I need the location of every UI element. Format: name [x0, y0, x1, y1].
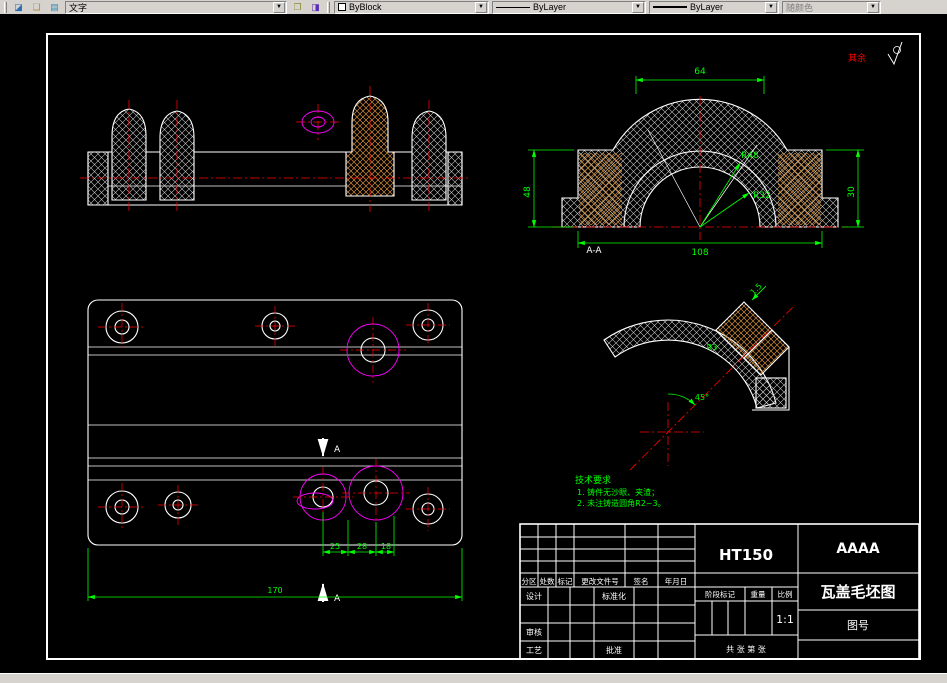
layer-previous-icon[interactable]: ◨: [308, 1, 323, 13]
company-name: AAAA: [836, 541, 880, 557]
lineweight-control-combo[interactable]: ByLayer ▼: [649, 0, 779, 14]
scale-value: 1:1: [776, 613, 794, 626]
plan-view-phantom-circles: [296, 323, 404, 521]
model-space-canvas[interactable]: 64 108 48 30 R32 R48 A-A A A 25 28 18 17…: [0, 14, 947, 673]
chevron-down-icon[interactable]: ▼: [632, 1, 644, 13]
standard-label: 标准化: [602, 591, 626, 601]
material-value: HT150: [719, 546, 773, 564]
plan-view: [87, 299, 463, 546]
section-cut-label-top: A: [334, 445, 341, 455]
tech-req-line-2: 2. 未注铸造圆角R2~3。: [577, 498, 666, 508]
drawing-number-label: 图号: [847, 619, 869, 632]
color-control-combo[interactable]: ByBlock ▼: [334, 0, 489, 14]
color-swatch-icon: [338, 3, 346, 11]
technical-notes: 技术要求 1. 铸件无沙眼、夹渣； 2. 未注铸造圆角R2~3。: [575, 474, 666, 508]
surface-finish-note: 其余: [848, 41, 903, 66]
dim-plan-overall: 170: [267, 586, 282, 595]
plot-style-value: 随颜色: [786, 2, 814, 13]
lineweight-sample-icon: [653, 6, 687, 8]
scale-label: 比例: [778, 589, 793, 599]
status-strip: [0, 673, 947, 683]
dim-plan-b: 28: [357, 542, 367, 551]
chevron-down-icon[interactable]: ▼: [867, 1, 879, 13]
chevron-down-icon[interactable]: ▼: [765, 1, 777, 13]
layer-properties-icon[interactable]: ❐: [290, 1, 305, 13]
section-cut-label-bottom: A: [334, 594, 341, 604]
dim-arch-right-height: 30: [847, 186, 857, 198]
surface-note-text: 其余: [848, 52, 866, 64]
audit-label: 审核: [526, 627, 542, 637]
section-view-label: A-A: [586, 246, 602, 256]
color-value: ByBlock: [349, 2, 382, 12]
text-style-combo[interactable]: 文字 ▼: [65, 0, 287, 14]
design-label: 设计: [526, 591, 542, 601]
rev-header-5: 年月日: [665, 576, 688, 586]
rev-header-1: 处数: [540, 576, 555, 586]
sheet-count-label: 共 张 第 张: [726, 644, 766, 654]
plan-view-dim-text: 25 28 18 170: [267, 542, 391, 595]
dim-plan-a: 25: [330, 542, 340, 551]
linetype-control-combo[interactable]: ByLayer ▼: [492, 0, 646, 14]
dim-arch-left-height: 48: [523, 186, 533, 198]
rev-header-3: 更改文件号: [581, 576, 619, 586]
dim-detail-angle: 45°: [695, 393, 709, 402]
weight-label: 重量: [751, 590, 766, 599]
linetype-value: ByLayer: [533, 2, 567, 12]
chevron-down-icon[interactable]: ▼: [273, 1, 285, 13]
rev-header-2: 标记: [558, 576, 573, 586]
dim-arch-r1: R32: [753, 191, 771, 201]
title-block-text: 分区 处数 标记 更改文件号 签名 年月日 设计 标准化 审核 工艺 批准 阶段…: [522, 541, 896, 655]
dim-arch-top-width: 64: [694, 67, 706, 77]
linetype-sample-icon: [496, 6, 530, 8]
stage-mark-label: 阶段标记: [705, 589, 735, 599]
dim-detail-radius: R3: [707, 343, 718, 352]
dim-arch-bottom-width: 108: [691, 248, 708, 258]
plot-style-combo[interactable]: 随颜色 ▼: [782, 0, 881, 14]
dim-detail-thickness: 1.5: [749, 282, 764, 297]
toolbar-grip[interactable]: [327, 1, 330, 13]
table-style-icon[interactable]: ▤: [47, 1, 62, 13]
plan-view-centerlines: [98, 303, 450, 531]
text-style-value: 文字: [69, 2, 88, 13]
cad-drawing: 64 108 48 30 R32 R48 A-A A A 25 28 18 17…: [46, 33, 921, 660]
lineweight-value: ByLayer: [690, 2, 724, 12]
process-label: 工艺: [526, 646, 542, 655]
chevron-down-icon[interactable]: ▼: [475, 1, 487, 13]
dim-style-manager-icon[interactable]: ❏: [29, 1, 44, 13]
drawing-title: 瓦盖毛坯图: [820, 583, 895, 601]
text-style-manager-icon[interactable]: ◪: [11, 1, 26, 13]
tech-req-line-1: 1. 铸件无沙眼、夹渣；: [577, 487, 659, 497]
dim-plan-c: 18: [381, 542, 391, 551]
dim-arch-r2: R48: [741, 151, 759, 161]
rev-header-0: 分区: [522, 577, 537, 586]
tech-req-title: 技术要求: [575, 474, 611, 486]
front-section-view: [87, 95, 463, 206]
toolbar-grip[interactable]: [4, 1, 7, 13]
approve-label: 批准: [606, 645, 622, 655]
top-toolbar: ◪ ❏ ▤ 文字 ▼ ❐ ◨ ByBlock ▼ ByLayer ▼ ByLay…: [0, 0, 947, 14]
rev-header-4: 签名: [634, 576, 649, 586]
